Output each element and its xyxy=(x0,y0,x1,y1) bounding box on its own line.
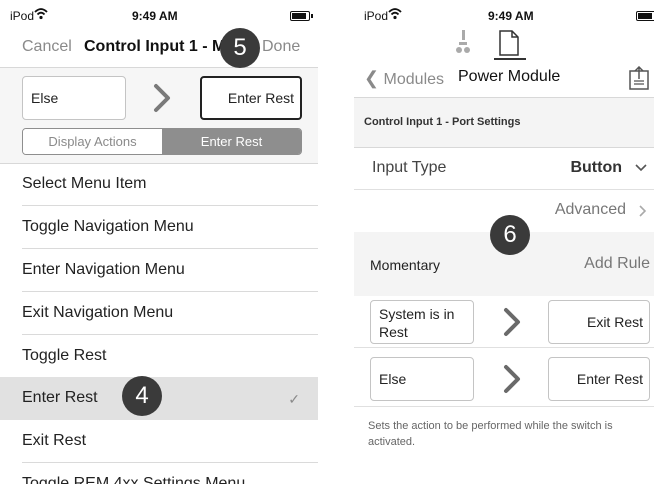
menu-item-label: Select Menu Item xyxy=(22,175,147,192)
rule-row: System is in Rest Exit Rest xyxy=(354,296,654,348)
clock: 9:49 AM xyxy=(488,9,534,23)
condition-box[interactable]: Else xyxy=(370,357,474,401)
action-label: Exit Rest xyxy=(586,314,643,330)
action-label: Enter Rest xyxy=(576,371,643,387)
module-icon-bar xyxy=(354,24,654,62)
action-box[interactable]: Exit Rest xyxy=(548,300,650,344)
input-type-label: Input Type xyxy=(372,159,447,176)
done-button[interactable]: Done xyxy=(262,38,300,56)
menu-item[interactable]: Enter Navigation Menu xyxy=(0,249,318,292)
segment-enter-rest[interactable]: Enter Rest xyxy=(162,129,301,154)
checkmark-icon: ✓ xyxy=(288,391,300,407)
active-tab-indicator xyxy=(494,58,526,60)
action-box[interactable]: Enter Rest xyxy=(548,357,650,401)
back-label: Modules xyxy=(383,71,445,88)
page-title: Power Module xyxy=(458,68,561,85)
battery-icon xyxy=(636,11,654,21)
back-button[interactable]: ❮ Modules xyxy=(364,68,444,89)
export-icon[interactable] xyxy=(628,66,650,90)
menu-item-label: Toggle Navigation Menu xyxy=(22,218,194,235)
menu-item-label: Toggle Rest xyxy=(22,347,107,364)
footer-note: Sets the action to be performed while th… xyxy=(368,420,613,448)
chevron-left-icon: ❮ xyxy=(364,68,380,88)
menu-item[interactable]: Toggle Rest xyxy=(0,335,318,378)
carrier-label: iPod xyxy=(10,9,35,23)
condition-box[interactable]: Else xyxy=(22,76,126,120)
chevron-right-icon xyxy=(504,308,520,336)
condition-label: Else xyxy=(379,371,407,387)
wheelchair-icon[interactable] xyxy=(454,28,472,56)
battery-icon xyxy=(290,11,310,21)
wifi-icon xyxy=(34,8,48,20)
action-segmented-control[interactable]: Display Actions Enter Rest xyxy=(22,128,302,155)
action-box[interactable]: Enter Rest xyxy=(200,76,302,120)
chevron-down-icon xyxy=(635,164,647,172)
nav-bar: ❮ Modules Power Module xyxy=(354,62,654,98)
input-type-row[interactable]: Input Type Button xyxy=(354,148,654,190)
menu-item[interactable]: Exit Navigation Menu xyxy=(0,292,318,335)
menu-item-label: Enter Rest xyxy=(22,389,98,406)
condition-box[interactable]: System is in Rest xyxy=(370,300,474,344)
condition-label: System is in Rest xyxy=(379,306,455,340)
menu-item-label: Exit Navigation Menu xyxy=(22,304,174,321)
advanced-label: Advanced xyxy=(554,201,626,218)
left-phone-screen: iPod 9:49 AM Cancel Control Input 1 - M … xyxy=(0,0,318,484)
step-badge-6: 6 xyxy=(490,215,530,255)
wifi-icon xyxy=(388,8,402,20)
menu-item[interactable]: Toggle REM 4xx Settings Menu xyxy=(0,463,318,484)
menu-item[interactable]: Exit Rest xyxy=(0,420,318,463)
input-type-value: Button xyxy=(570,159,622,176)
menu-item-label: Toggle REM 4xx Settings Menu xyxy=(22,475,246,484)
step-badge-5: 5 xyxy=(220,28,260,68)
action-label: Enter Rest xyxy=(227,90,294,106)
chevron-right-icon xyxy=(504,365,520,393)
document-icon[interactable] xyxy=(498,30,520,56)
section-header-label: Control Input 1 - Port Settings xyxy=(364,116,521,128)
menu-item-label: Exit Rest xyxy=(22,432,87,449)
momentary-label: Momentary xyxy=(370,257,441,273)
step-badge-4: 4 xyxy=(122,376,162,416)
nav-bar: Cancel Control Input 1 - M Done xyxy=(0,30,318,68)
menu-item[interactable]: Toggle Navigation Menu xyxy=(0,206,318,249)
battery-nub xyxy=(311,14,313,18)
chevron-right-icon xyxy=(154,84,170,112)
page-title: Control Input 1 - M xyxy=(84,38,226,55)
segment-display-actions[interactable]: Display Actions xyxy=(23,129,162,154)
rule-row: Else Enter Rest xyxy=(354,355,654,407)
status-bar: iPod 9:49 AM xyxy=(0,0,318,30)
chevron-right-icon xyxy=(639,205,647,217)
carrier-label: iPod xyxy=(364,9,389,23)
condition-label: Else xyxy=(31,90,59,106)
section-header: Control Input 1 - Port Settings xyxy=(354,98,654,148)
menu-item-label: Enter Navigation Menu xyxy=(22,261,185,278)
cancel-button[interactable]: Cancel xyxy=(22,38,72,56)
menu-item[interactable]: Select Menu Item xyxy=(0,163,318,206)
add-rule-button[interactable]: Add Rule xyxy=(584,255,650,273)
right-phone-screen: iPod 9:49 AM ❮ Modules Power Module Cont… xyxy=(354,0,654,484)
clock: 9:49 AM xyxy=(132,9,178,23)
